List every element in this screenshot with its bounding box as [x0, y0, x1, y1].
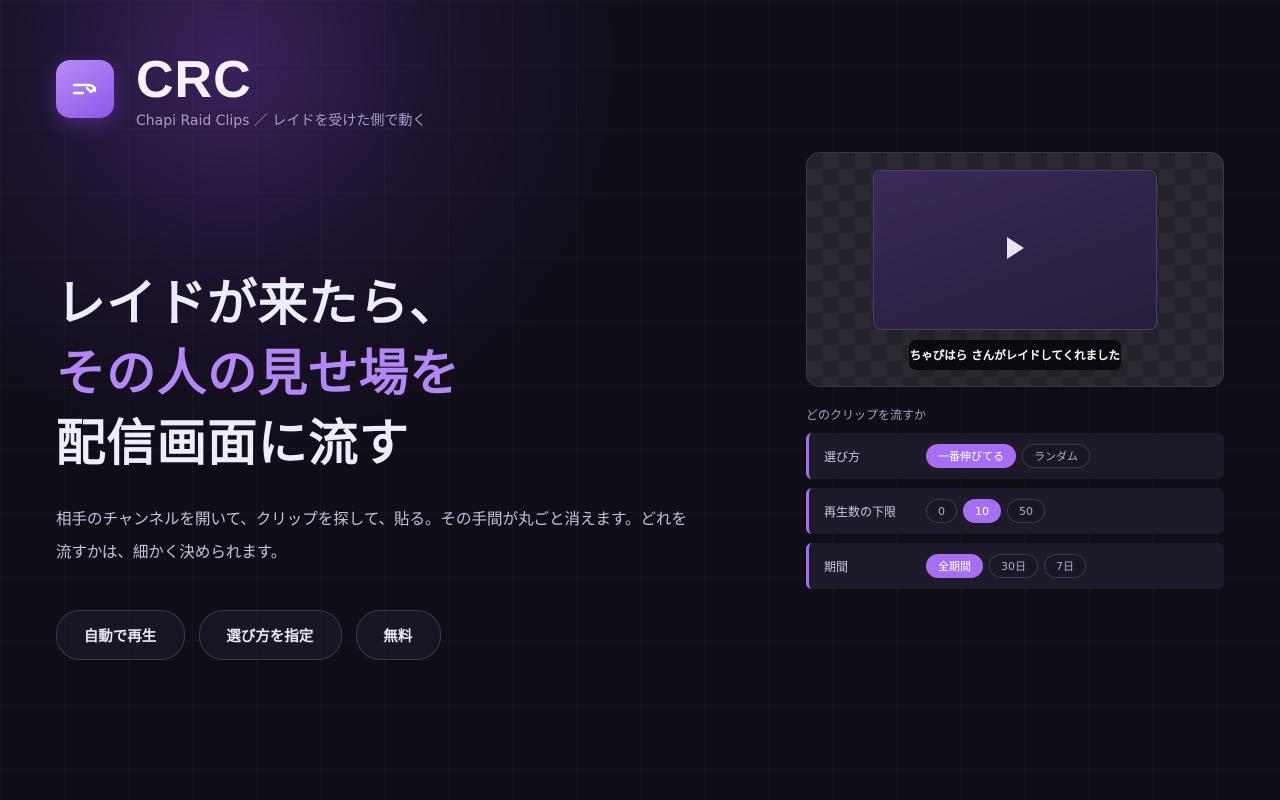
feature-pill-autoplay[interactable]: 自動で再生	[56, 610, 185, 660]
setting-row-period: 期間 全期間 30日 7日	[806, 543, 1224, 589]
option-chip[interactable]: ランダム	[1022, 444, 1090, 468]
setting-label: 期間	[824, 559, 849, 574]
play-icon[interactable]	[1005, 236, 1025, 264]
brand-tagline: Chapi Raid Clips ／ レイドを受けた側で動く	[136, 113, 427, 129]
setting-label: 再生数の下限	[824, 504, 897, 519]
option-chip[interactable]: 7日	[1044, 554, 1086, 578]
setting-label: 選び方	[824, 449, 861, 464]
brand-header: CRC Chapi Raid Clips ／ レイドを受けた側で動く	[56, 52, 426, 130]
clip-player[interactable]	[873, 170, 1157, 330]
option-chip[interactable]: 50	[1007, 499, 1045, 523]
hero-description: 相手のチャンネルを開いて、クリップを探して、貼る。その手間が丸ごと消えます。どれ…	[56, 510, 688, 561]
option-chip[interactable]: 10	[963, 499, 1001, 523]
option-group: 全期間 30日 7日	[926, 554, 1086, 578]
brand-text: CRC Chapi Raid Clips ／ レイドを受けた側で動く	[136, 52, 426, 130]
feature-pill-free[interactable]: 無料	[355, 610, 441, 660]
hero-heading-line-2: その人の見せ場を	[56, 344, 460, 402]
option-group: 0 10 50	[926, 499, 1045, 523]
setting-row-min-views: 再生数の下限 0 10 50	[806, 488, 1224, 534]
overlay-preview: ちゃぴはら さんがレイドしてくれました	[806, 152, 1224, 387]
option-chip[interactable]: 0	[926, 499, 957, 523]
feature-pill-selection[interactable]: 選び方を指定	[198, 610, 342, 660]
hero-heading-line-1: レイドが来たら、	[56, 274, 460, 332]
hero-heading: レイドが来たら、 その人の見せ場を 配信画面に流す	[56, 268, 460, 478]
option-chip[interactable]: 30日	[989, 554, 1038, 578]
hero-heading-line-3: 配信画面に流す	[56, 414, 410, 472]
option-group: 一番伸びてる ランダム	[926, 444, 1090, 468]
clip-settings: どのクリップを流すか 選び方 一番伸びてる ランダム 再生数の下限 0 10 5…	[806, 406, 1224, 598]
setting-row-selection-method: 選び方 一番伸びてる ランダム	[806, 433, 1224, 479]
settings-title: どのクリップを流すか	[806, 408, 927, 422]
feature-pills: 自動で再生 選び方を指定 無料	[56, 610, 441, 660]
redirect-arrow-icon	[56, 60, 114, 118]
option-chip[interactable]: 一番伸びてる	[926, 444, 1016, 468]
raid-notification: ちゃぴはら さんがレイドしてくれました	[909, 340, 1121, 370]
option-chip[interactable]: 全期間	[926, 554, 983, 578]
brand-name: CRC	[136, 51, 252, 109]
